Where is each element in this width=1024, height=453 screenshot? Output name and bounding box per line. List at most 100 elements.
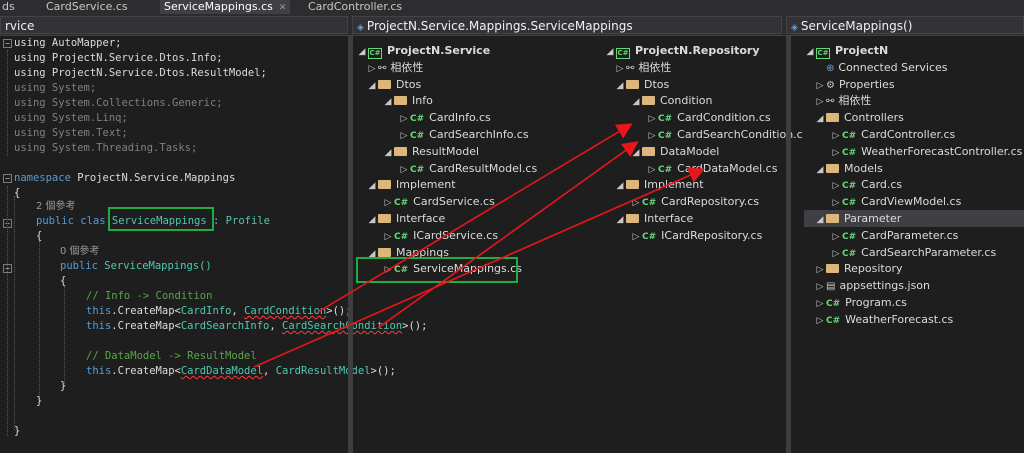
- brace-close: }: [60, 380, 67, 392]
- member-dropdown[interactable]: ◈ ServiceMappings(): [786, 16, 1024, 34]
- tree-item-label: Implement: [644, 178, 704, 192]
- project-dropdown[interactable]: rvice: [0, 16, 348, 34]
- create-map: .CreateMap<: [111, 365, 181, 377]
- collapsed-arrow-icon[interactable]: ▷: [382, 262, 394, 279]
- tree-item[interactable]: ▷ ⚯ 相依性: [614, 59, 672, 76]
- collapsed-arrow-icon[interactable]: ▷: [630, 229, 642, 246]
- tree-item[interactable]: ◢ C# ProjectN.Repository: [604, 42, 760, 59]
- using-directive: using System.Text;: [14, 127, 128, 139]
- csharp-file-icon: C#: [826, 315, 841, 326]
- tree-item-label: CardViewModel.cs: [861, 195, 962, 209]
- tab-partial[interactable]: ds: [0, 0, 19, 14]
- tree-item[interactable]: ▷ C# ServiceMappings.cs: [382, 260, 523, 279]
- tree-item[interactable]: ⊕ Connected Services: [814, 59, 948, 76]
- tree-item[interactable]: ◢ Mappings: [366, 244, 449, 261]
- tree-item-label: 相依性: [838, 94, 872, 108]
- tree-item[interactable]: ◢ Implement: [366, 176, 456, 193]
- using-directive: using System;: [14, 82, 97, 94]
- project-icon: C#: [368, 48, 382, 59]
- tree-item[interactable]: ◢ Condition: [630, 92, 713, 109]
- tree-item[interactable]: ▷ C# Card.cs: [830, 176, 903, 193]
- tree-item-label: CardInfo.cs: [429, 111, 491, 125]
- tree-item[interactable]: ▷ C# CardSearchInfo.cs: [398, 126, 529, 143]
- tree-item[interactable]: ◢ Parameter: [804, 210, 1024, 227]
- tree-item[interactable]: ◢ ResultModel: [382, 143, 479, 160]
- tree-item[interactable]: ▷ C# WeatherForecastController.cs: [830, 143, 1023, 160]
- close-icon[interactable]: ✕: [279, 3, 287, 13]
- tree-item[interactable]: ▷ C# CardController.cs: [830, 126, 956, 143]
- tree-item[interactable]: ◢ C# ProjectN.Service: [356, 42, 490, 59]
- tree-item[interactable]: ◢ Info: [382, 92, 433, 109]
- expanded-arrow-icon[interactable]: ◢: [382, 145, 394, 162]
- expanded-arrow-icon[interactable]: ◢: [814, 111, 826, 128]
- tree-item-label: Condition: [660, 94, 713, 108]
- panel-scrollbar[interactable]: [786, 36, 791, 453]
- tree-item[interactable]: ◢ Interface: [614, 210, 694, 229]
- tab-cardservice[interactable]: CardService.cs: [42, 0, 132, 14]
- type-dropdown-label: ProjectN.Service.Mappings.ServiceMapping…: [366, 19, 633, 33]
- csharp-file-icon: C#: [658, 131, 673, 141]
- tree-item[interactable]: ▷ C# ICardService.cs: [382, 227, 499, 244]
- tree-item[interactable]: ▷ C# CardRepository.cs: [630, 193, 760, 210]
- folder-icon: [826, 113, 839, 123]
- tab-servicemappings[interactable]: ServiceMappings.cs ✕: [160, 0, 291, 14]
- tree-item[interactable]: ▷ C# CardViewModel.cs: [830, 193, 962, 210]
- expanded-arrow-icon[interactable]: ◢: [630, 94, 642, 111]
- csharp-file-icon: C#: [410, 164, 425, 175]
- expanded-arrow-icon[interactable]: ◢: [366, 78, 378, 95]
- tree-item[interactable]: ▷ ⚙ Properties: [814, 76, 895, 93]
- expanded-arrow-icon[interactable]: ◢: [614, 178, 626, 195]
- csharp-file-icon: C#: [842, 248, 857, 259]
- expanded-arrow-icon[interactable]: ◢: [382, 94, 394, 111]
- type-dropdown[interactable]: ◈ ProjectN.Service.Mappings.ServiceMappin…: [352, 16, 782, 34]
- tree-item[interactable]: ▷ C# CardSearchParameter.cs: [830, 244, 997, 261]
- indent-guide: [14, 196, 15, 430]
- expanded-arrow-icon[interactable]: ◢: [814, 212, 826, 229]
- tree-item[interactable]: ▷ ▤ appsettings.json: [814, 277, 930, 294]
- tree-item[interactable]: ▷ C# CardResultModel.cs: [398, 160, 538, 177]
- tab-cardcontroller[interactable]: CardController.cs: [304, 0, 406, 14]
- code-line: }: [36, 394, 376, 409]
- tree-item[interactable]: ▷ C# WeatherForecast.cs: [814, 311, 954, 330]
- expanded-arrow-icon[interactable]: ◢: [614, 78, 626, 95]
- tree-item[interactable]: ◢ Models: [814, 160, 883, 177]
- tree-item[interactable]: ◢ Controllers: [814, 109, 904, 126]
- tree-item[interactable]: ◢ C# ProjectN: [804, 42, 888, 59]
- tree-item[interactable]: ◢ DataModel: [630, 143, 720, 162]
- collapsed-arrow-icon[interactable]: ▷: [814, 313, 826, 330]
- tree-item[interactable]: ▷ C# CardDataModel.cs: [646, 160, 778, 177]
- code-line: namespace ProjectN.Service.Mappings: [14, 171, 354, 186]
- tree-item[interactable]: ▷ C# CardService.cs: [382, 193, 495, 210]
- expanded-arrow-icon[interactable]: ◢: [366, 178, 378, 195]
- tree-item[interactable]: ▷ C# CardInfo.cs: [398, 109, 491, 126]
- tree-item[interactable]: ▷ ⚯ 相依性: [814, 92, 872, 109]
- keyword-public-class: public clas: [36, 215, 106, 227]
- expanded-arrow-icon[interactable]: ◢: [814, 162, 826, 179]
- tree-item[interactable]: ▷ C# CardParameter.cs: [830, 227, 959, 244]
- brace-open: {: [60, 275, 67, 287]
- tree-item[interactable]: ▷ C# CardSearchCondition.c: [646, 126, 803, 143]
- csharp-file-icon: C#: [842, 231, 857, 242]
- expanded-arrow-icon[interactable]: ◢: [366, 212, 378, 229]
- tree-item[interactable]: ▷ Repository: [814, 260, 903, 277]
- collapse-toggle-icon[interactable]: −: [3, 174, 12, 183]
- csharp-file-icon: C#: [842, 147, 857, 158]
- tree-item[interactable]: ◢ Dtos: [614, 76, 670, 95]
- tree-item[interactable]: ▷ C# ICardRepository.cs: [630, 227, 763, 246]
- tree-item[interactable]: ◢ Interface: [366, 210, 446, 229]
- code-editor[interactable]: − − − − using AutoMapper; using ProjectN.…: [0, 36, 427, 453]
- tree-item[interactable]: ◢ Dtos: [366, 76, 422, 95]
- expanded-arrow-icon[interactable]: ◢: [614, 212, 626, 229]
- tree-item-label: Controllers: [844, 111, 904, 125]
- tree-item[interactable]: ▷ C# Program.cs: [814, 294, 907, 311]
- using-directive: using System.Linq;: [14, 112, 128, 124]
- tree-item[interactable]: ▷ C# CardCondition.cs: [646, 109, 771, 126]
- panel-scrollbar[interactable]: [348, 36, 353, 453]
- tree-item[interactable]: ◢ Implement: [614, 176, 704, 193]
- expanded-arrow-icon[interactable]: ◢: [630, 145, 642, 162]
- tree-item-label: CardSearchParameter.cs: [861, 245, 997, 259]
- expanded-arrow-icon[interactable]: ◢: [366, 246, 378, 263]
- tree-item[interactable]: ▷ ⚯ 相依性: [366, 59, 424, 76]
- collapse-toggle-icon[interactable]: −: [3, 39, 12, 48]
- create-map: .CreateMap<: [111, 320, 181, 332]
